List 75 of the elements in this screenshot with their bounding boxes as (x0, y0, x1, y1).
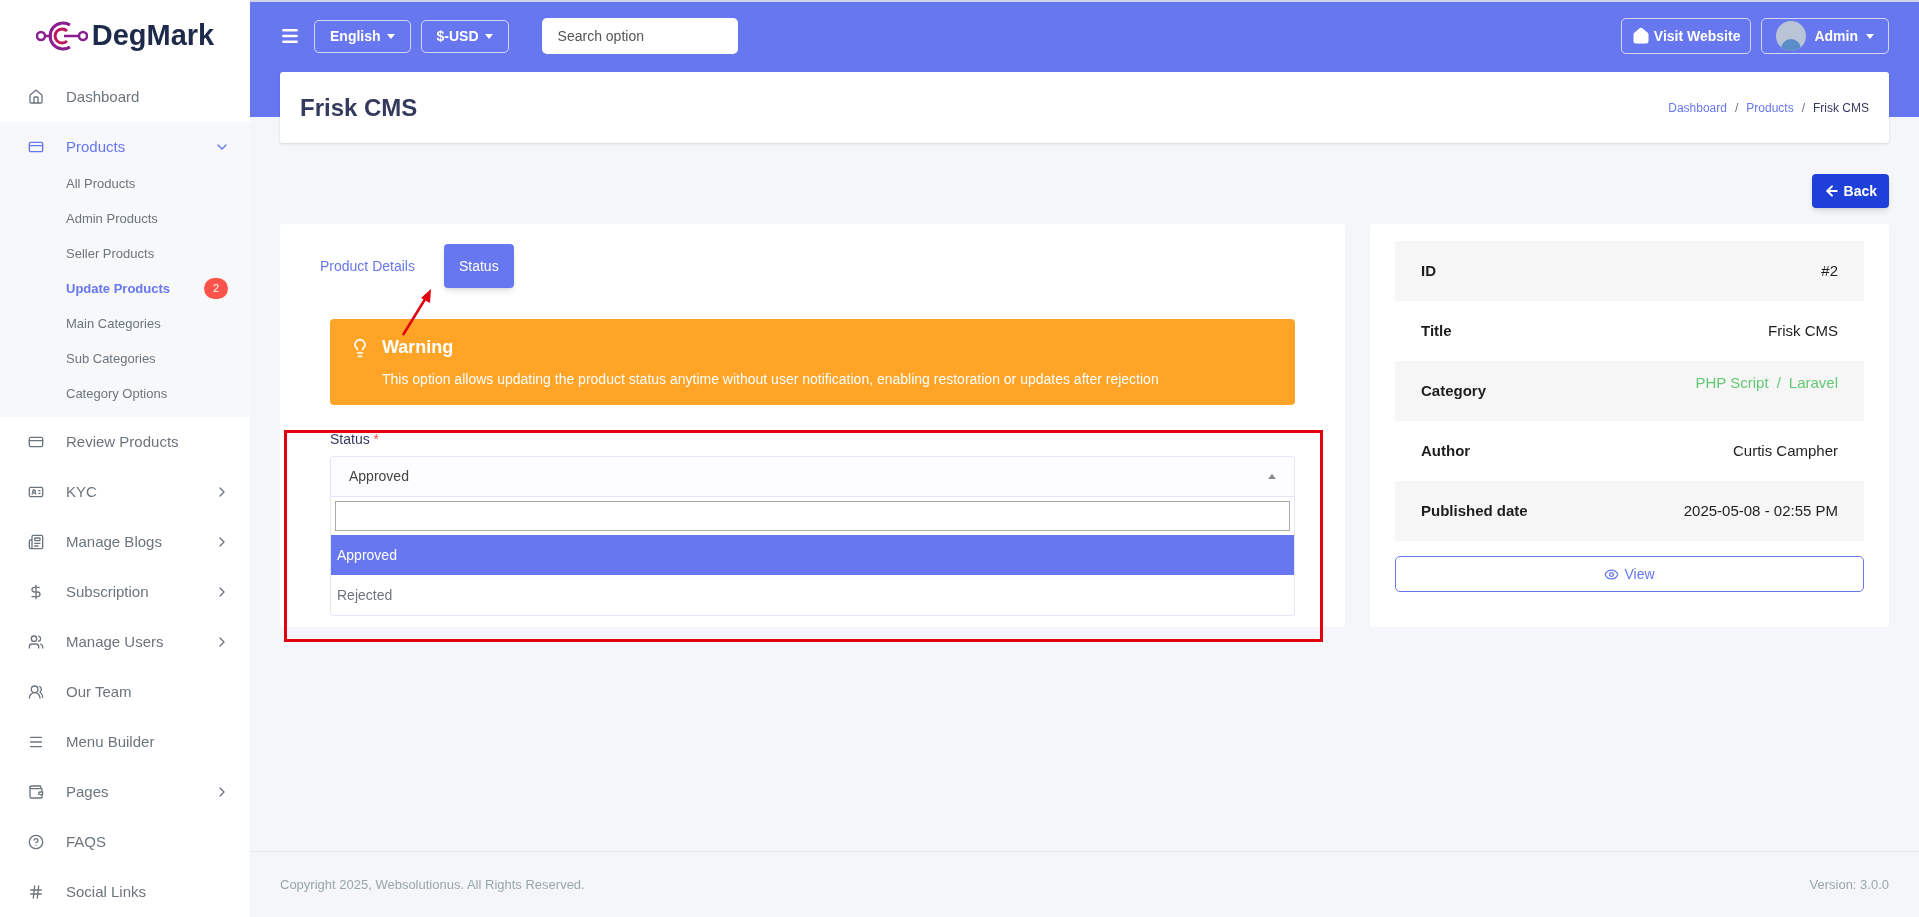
home-icon (28, 89, 44, 105)
detail-value: #2 (1821, 261, 1838, 279)
help-icon (28, 834, 44, 850)
detail-value: Curtis Campher (1732, 441, 1838, 459)
submenu-item[interactable]: Admin Products (66, 208, 158, 229)
version-text: Version: 3.0.0 (1809, 875, 1889, 894)
sidebar-item[interactable]: Menu Builder (0, 717, 250, 767)
caret-icon (386, 33, 395, 39)
detail-label: ID (1421, 260, 1436, 281)
view-button[interactable]: View (1395, 556, 1864, 592)
copyright-text: Copyright 2025, Websolutionus. All Rights Reserved. (280, 875, 585, 894)
brand-name: DegMark (91, 18, 215, 54)
logo-icon (35, 19, 88, 53)
caret-icon (484, 33, 493, 39)
sidebar-item[interactable]: Subscription (0, 567, 250, 617)
breadcrumb-link[interactable]: Dashboard (1668, 98, 1727, 117)
sidebar-item[interactable]: Manage Blogs (0, 517, 250, 567)
sidebar-item[interactable]: Review Products (0, 417, 250, 467)
sidebar-item[interactable]: FAQS (0, 817, 250, 867)
sidebar-item[interactable]: Social Links (0, 867, 250, 917)
menu-icon (28, 734, 44, 750)
dropdown-option[interactable]: Rejected (331, 575, 1294, 615)
search-field[interactable]: Search option (541, 18, 738, 54)
list-icon (28, 534, 44, 550)
language-dropdown[interactable]: English (314, 19, 411, 53)
annotation-arrow (400, 286, 434, 338)
search-field[interactable] (335, 501, 1290, 531)
submenu-item[interactable]: Sub Categories (66, 348, 156, 369)
currency-dropdown[interactable]: $-USD (420, 19, 509, 53)
submenu-item[interactable]: Main Categories (66, 313, 161, 334)
detail-value: Frisk CMS (1768, 321, 1838, 339)
sidebar-item[interactable]: Our Team (0, 667, 250, 717)
tab[interactable]: Status (443, 244, 514, 288)
sidebar-item[interactable]: Products (0, 122, 250, 172)
warning-title: Warning (382, 336, 454, 359)
sidebar-item[interactable]: Manage Users (0, 617, 250, 667)
detail-value: 2025-05-08 - 02:55 PM (1683, 501, 1838, 519)
category-separator: / (1776, 372, 1781, 393)
sidebar-item[interactable]: Dashboard (0, 72, 250, 122)
hash-icon (28, 884, 44, 900)
breadcrumb-current: Frisk CMS (1813, 99, 1869, 117)
submenu-item[interactable]: All Products (66, 173, 136, 194)
detail-label: Category (1421, 380, 1487, 401)
field-label: Status (330, 431, 370, 447)
warning-text: This option allows updating the product status anytime without user notification, enabling restoration or updates after rejection (382, 370, 1160, 389)
submenu-item[interactable]: Update Products (66, 278, 170, 299)
id-card-icon (28, 484, 44, 500)
detail-label: Published date (1421, 500, 1528, 521)
breadcrumb-separator: / (1734, 99, 1739, 117)
breadcrumb-separator: / (1801, 99, 1805, 117)
caret-icon (1268, 474, 1276, 479)
detail-label: Title (1421, 320, 1452, 341)
home-icon (1631, 27, 1650, 45)
count-badge: 2 (203, 278, 228, 299)
sidebar-item[interactable]: KYC (0, 467, 250, 517)
visit-website-button[interactable]: Visit Website (1620, 18, 1752, 54)
page-title: Frisk CMS (300, 92, 418, 123)
sidebar-item[interactable]: Pages (0, 767, 250, 817)
status-select[interactable]: Approved (330, 456, 1295, 497)
arrow-left-icon (1823, 183, 1840, 199)
back-button[interactable]: Back (1811, 174, 1889, 208)
detail-label: Author (1421, 440, 1471, 461)
tab[interactable]: Product Details (305, 244, 430, 288)
submenu-item[interactable]: Seller Products (66, 243, 155, 264)
eye-icon (1604, 566, 1620, 582)
users-icon (28, 634, 44, 650)
breadcrumb-link[interactable]: Products (1746, 98, 1794, 117)
caret-icon (1866, 33, 1874, 39)
menu-icon[interactable] (280, 26, 300, 46)
required-mark: * (373, 431, 380, 447)
team-icon (28, 684, 44, 700)
user-menu[interactable]: Admin (1761, 18, 1889, 54)
submenu-item[interactable]: Category Options (66, 383, 168, 404)
dropdown-option[interactable]: Approved (331, 535, 1294, 575)
dollar-icon (28, 584, 44, 600)
